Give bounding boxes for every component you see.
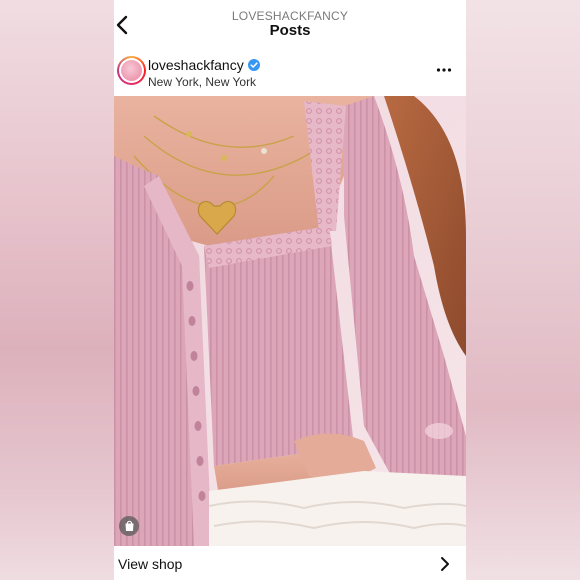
username-text: loveshackfancy	[148, 57, 244, 73]
left-background-blur	[0, 0, 114, 580]
right-background-blur	[466, 0, 580, 580]
more-horizontal-icon[interactable]	[436, 66, 452, 74]
view-shop-link[interactable]: View shop	[118, 556, 182, 572]
post-screen: LOVESHACKFANCY Posts loveshackfancy New …	[114, 0, 466, 580]
outfit-photo-illustration	[114, 96, 466, 546]
post-location[interactable]: New York, New York	[148, 75, 256, 89]
chevron-right-icon[interactable]	[440, 556, 450, 572]
top-navigation-bar: LOVESHACKFANCY Posts	[114, 0, 466, 46]
shopping-bag-icon[interactable]	[119, 516, 139, 536]
post-photo[interactable]	[114, 96, 466, 546]
avatar-image	[121, 60, 142, 81]
post-username[interactable]: loveshackfancy	[148, 57, 260, 73]
page-title: Posts	[269, 22, 311, 39]
verified-badge-icon	[247, 59, 260, 71]
view-shop-bar[interactable]: View shop	[114, 546, 466, 580]
profile-avatar[interactable]	[117, 56, 146, 85]
account-name-heading: LOVESHACKFANCY	[231, 9, 349, 23]
post-header: loveshackfancy New York, New York	[114, 46, 466, 96]
